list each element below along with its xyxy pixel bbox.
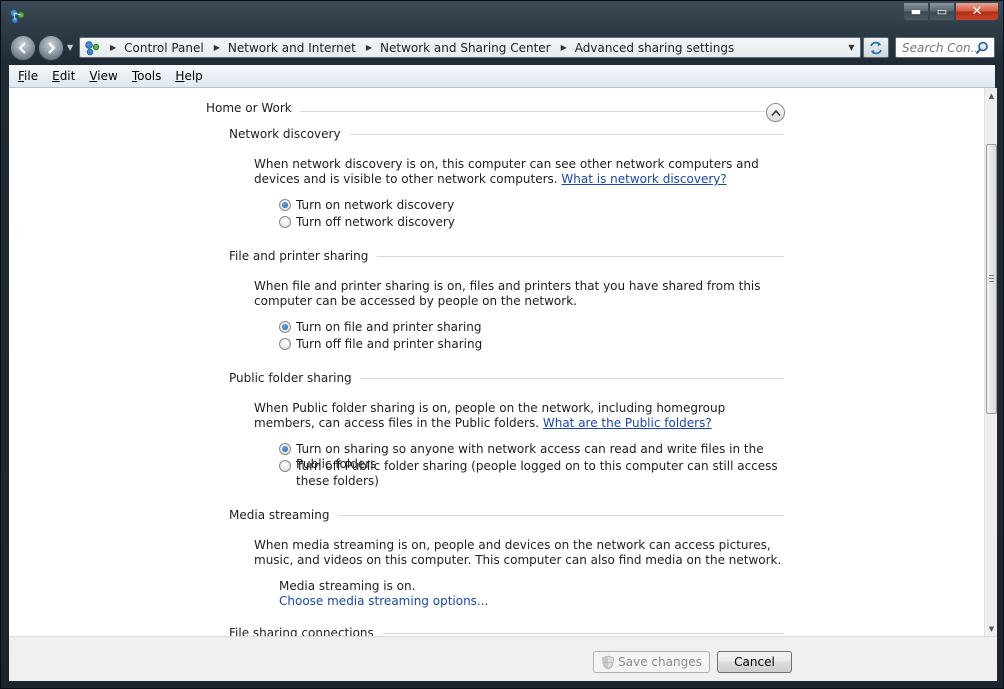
settings-content: Home or Work Network discovery When netw…: [9, 88, 984, 636]
radio-button-checked[interactable]: [279, 199, 291, 211]
save-changes-label: Save changes: [618, 655, 702, 669]
radio-button-checked[interactable]: [279, 443, 291, 455]
radio-turn-off-network-discovery[interactable]: Turn off network discovery: [279, 215, 455, 230]
maximize-button[interactable]: ▭: [929, 2, 955, 21]
forward-button[interactable]: [38, 35, 64, 61]
control-panel-icon: [85, 40, 100, 55]
radio-button[interactable]: [279, 460, 291, 472]
radio-turn-on-file-printer-sharing[interactable]: Turn on file and printer sharing: [279, 320, 482, 335]
section-title-public-folder-sharing: Public folder sharing: [229, 371, 361, 385]
search-icon[interactable]: [975, 41, 989, 55]
breadcrumb-separator-icon[interactable]: ▶: [214, 43, 220, 52]
radio-label: Turn off Public folder sharing (people l…: [296, 459, 778, 488]
breadcrumb-control-panel[interactable]: Control Panel: [124, 41, 204, 55]
search-box[interactable]: [895, 37, 995, 58]
vertical-scrollbar[interactable]: ▲ ▼: [984, 88, 997, 636]
section-title-file-sharing-connections: File sharing connections: [229, 626, 383, 636]
footer-bar: Save changes Cancel: [9, 636, 997, 681]
breadcrumb-separator-icon[interactable]: ▶: [110, 43, 116, 52]
refresh-button[interactable]: [863, 37, 889, 58]
radio-label: Turn off network discovery: [296, 215, 455, 229]
media-streaming-description: When media streaming is on, people and d…: [254, 538, 782, 567]
breadcrumb-separator-icon[interactable]: ▶: [561, 43, 567, 52]
refresh-icon: [870, 41, 882, 54]
save-changes-button[interactable]: Save changes: [593, 651, 710, 673]
network-icon: [10, 9, 25, 24]
menu-edit[interactable]: Edit: [52, 69, 75, 83]
divider: [289, 111, 765, 112]
section-title-file-printer-sharing: File and printer sharing: [229, 249, 378, 263]
forward-arrow-icon: [48, 42, 56, 54]
breadcrumb-advanced-sharing[interactable]: Advanced sharing settings: [575, 41, 734, 55]
radio-button[interactable]: [279, 338, 291, 350]
breadcrumb-network-and-internet[interactable]: Network and Internet: [228, 41, 356, 55]
what-is-network-discovery-link[interactable]: What is network discovery?: [561, 172, 726, 186]
search-input[interactable]: [902, 40, 976, 55]
radio-button-checked[interactable]: [279, 321, 291, 333]
radio-turn-on-network-discovery[interactable]: Turn on network discovery: [279, 198, 454, 213]
menu-view[interactable]: View: [89, 69, 117, 83]
profile-title: Home or Work: [206, 101, 300, 115]
chevron-up-icon: [770, 109, 781, 116]
radio-label: Turn on file and printer sharing: [296, 320, 482, 334]
breadcrumb-separator-icon[interactable]: ▶: [366, 43, 372, 52]
uac-shield-icon: [602, 655, 615, 669]
menu-tools[interactable]: Tools: [132, 69, 162, 83]
back-button[interactable]: [10, 35, 36, 61]
address-bar[interactable]: ▶ Control Panel ▶ Network and Internet ▶…: [79, 37, 861, 58]
choose-media-streaming-options-link[interactable]: Choose media streaming options...: [279, 594, 488, 609]
title-bar: ▬ ▭ ✕: [1, 1, 1004, 31]
section-title-network-discovery: Network discovery: [229, 127, 350, 141]
breadcrumb-network-sharing-center[interactable]: Network and Sharing Center: [380, 41, 551, 55]
file-printer-sharing-description: When file and printer sharing is on, fil…: [254, 279, 761, 308]
public-folder-sharing-description: When Public folder sharing is on, people…: [254, 401, 784, 431]
minimize-button[interactable]: ▬: [903, 2, 929, 21]
scroll-up-icon[interactable]: ▲: [985, 88, 998, 103]
radio-turn-off-file-printer-sharing[interactable]: Turn off file and printer sharing: [279, 337, 482, 352]
network-discovery-description: When network discovery is on, this compu…: [254, 157, 784, 187]
media-streaming-status: Media streaming is on.: [279, 579, 416, 593]
radio-label: Turn on network discovery: [296, 198, 455, 212]
recent-pages-dropdown-icon[interactable]: ▼: [67, 43, 73, 52]
collapse-profile-button[interactable]: [766, 103, 785, 122]
radio-turn-off-public-sharing[interactable]: Turn off Public folder sharing (people l…: [279, 459, 779, 489]
radio-button[interactable]: [279, 216, 291, 228]
cancel-label: Cancel: [734, 655, 775, 669]
menu-bar: File Edit View Tools Help: [9, 65, 995, 88]
close-button[interactable]: ✕: [955, 2, 999, 21]
scrollbar-thumb[interactable]: [986, 144, 997, 414]
cancel-button[interactable]: Cancel: [717, 651, 792, 673]
menu-file[interactable]: File: [18, 69, 38, 83]
explorer-window: ▬ ▭ ✕ ▼ ▶ Control Panel ▶ Network and In…: [0, 0, 1004, 689]
menu-help[interactable]: Help: [175, 69, 202, 83]
scroll-down-icon[interactable]: ▼: [985, 621, 998, 636]
scrollbar-grip-icon: [989, 275, 994, 282]
address-dropdown-icon[interactable]: ▼: [843, 38, 860, 57]
section-title-media-streaming: Media streaming: [229, 508, 339, 522]
what-are-public-folders-link[interactable]: What are the Public folders?: [543, 416, 712, 430]
back-arrow-icon: [18, 42, 26, 54]
radio-label: Turn off file and printer sharing: [296, 337, 483, 351]
navigation-bar: ▼ ▶ Control Panel ▶ Network and Internet…: [1, 31, 1004, 63]
